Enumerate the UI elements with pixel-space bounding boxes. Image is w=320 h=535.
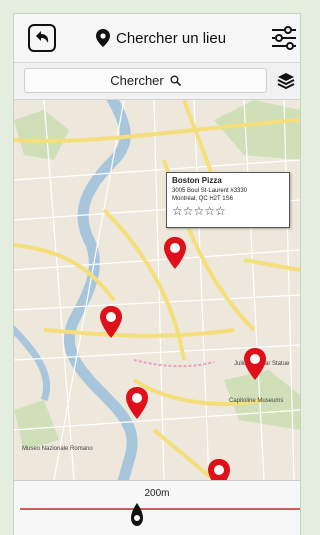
- back-button[interactable]: [28, 24, 56, 52]
- map-pin[interactable]: [98, 305, 124, 339]
- map-pin[interactable]: [206, 458, 232, 480]
- phone-screen: Chercher un lieu Chercher Julius Statue …: [14, 14, 300, 535]
- place-address-1: 3005 Boul St-Laurent #3330: [172, 188, 248, 194]
- rating-stars: ☆☆☆☆☆: [172, 204, 226, 218]
- search-row: Chercher: [14, 63, 300, 100]
- map-tiles: Julius Caesar Statue Capitoline Museums …: [14, 100, 300, 480]
- slider-track[interactable]: [20, 508, 300, 510]
- search-input[interactable]: Chercher: [24, 68, 267, 93]
- slider-thumb[interactable]: [127, 501, 147, 529]
- place-address-2: Montréal, QC H2T 1S6: [172, 195, 233, 202]
- place-name: Boston Pizza: [172, 176, 222, 185]
- map-pin[interactable]: [242, 347, 268, 381]
- search-label: Chercher: [110, 73, 164, 88]
- map-label-capitoline: Capitoline Museums: [229, 398, 283, 404]
- place-callout[interactable]: Boston Pizza 3005 Boul St-Laurent #3330 …: [166, 172, 290, 228]
- map-view[interactable]: Julius Caesar Statue Capitoline Museums …: [14, 100, 300, 480]
- page-title: Chercher un lieu: [116, 29, 227, 47]
- search-icon: [170, 75, 181, 86]
- radius-slider-bar: 200m: [14, 480, 300, 535]
- back-arrow-icon: [36, 31, 49, 43]
- map-label-museum: Museo Nazionale Romano: [22, 446, 93, 452]
- map-pin[interactable]: [162, 236, 188, 270]
- layers-icon[interactable]: [276, 71, 296, 91]
- title-group: Chercher un lieu: [96, 26, 226, 50]
- sliders-icon[interactable]: [270, 24, 298, 52]
- location-pin-icon: [96, 29, 110, 47]
- top-bar: Chercher un lieu: [14, 14, 300, 63]
- map-pin[interactable]: [124, 386, 150, 420]
- radius-value: 200m: [144, 488, 170, 499]
